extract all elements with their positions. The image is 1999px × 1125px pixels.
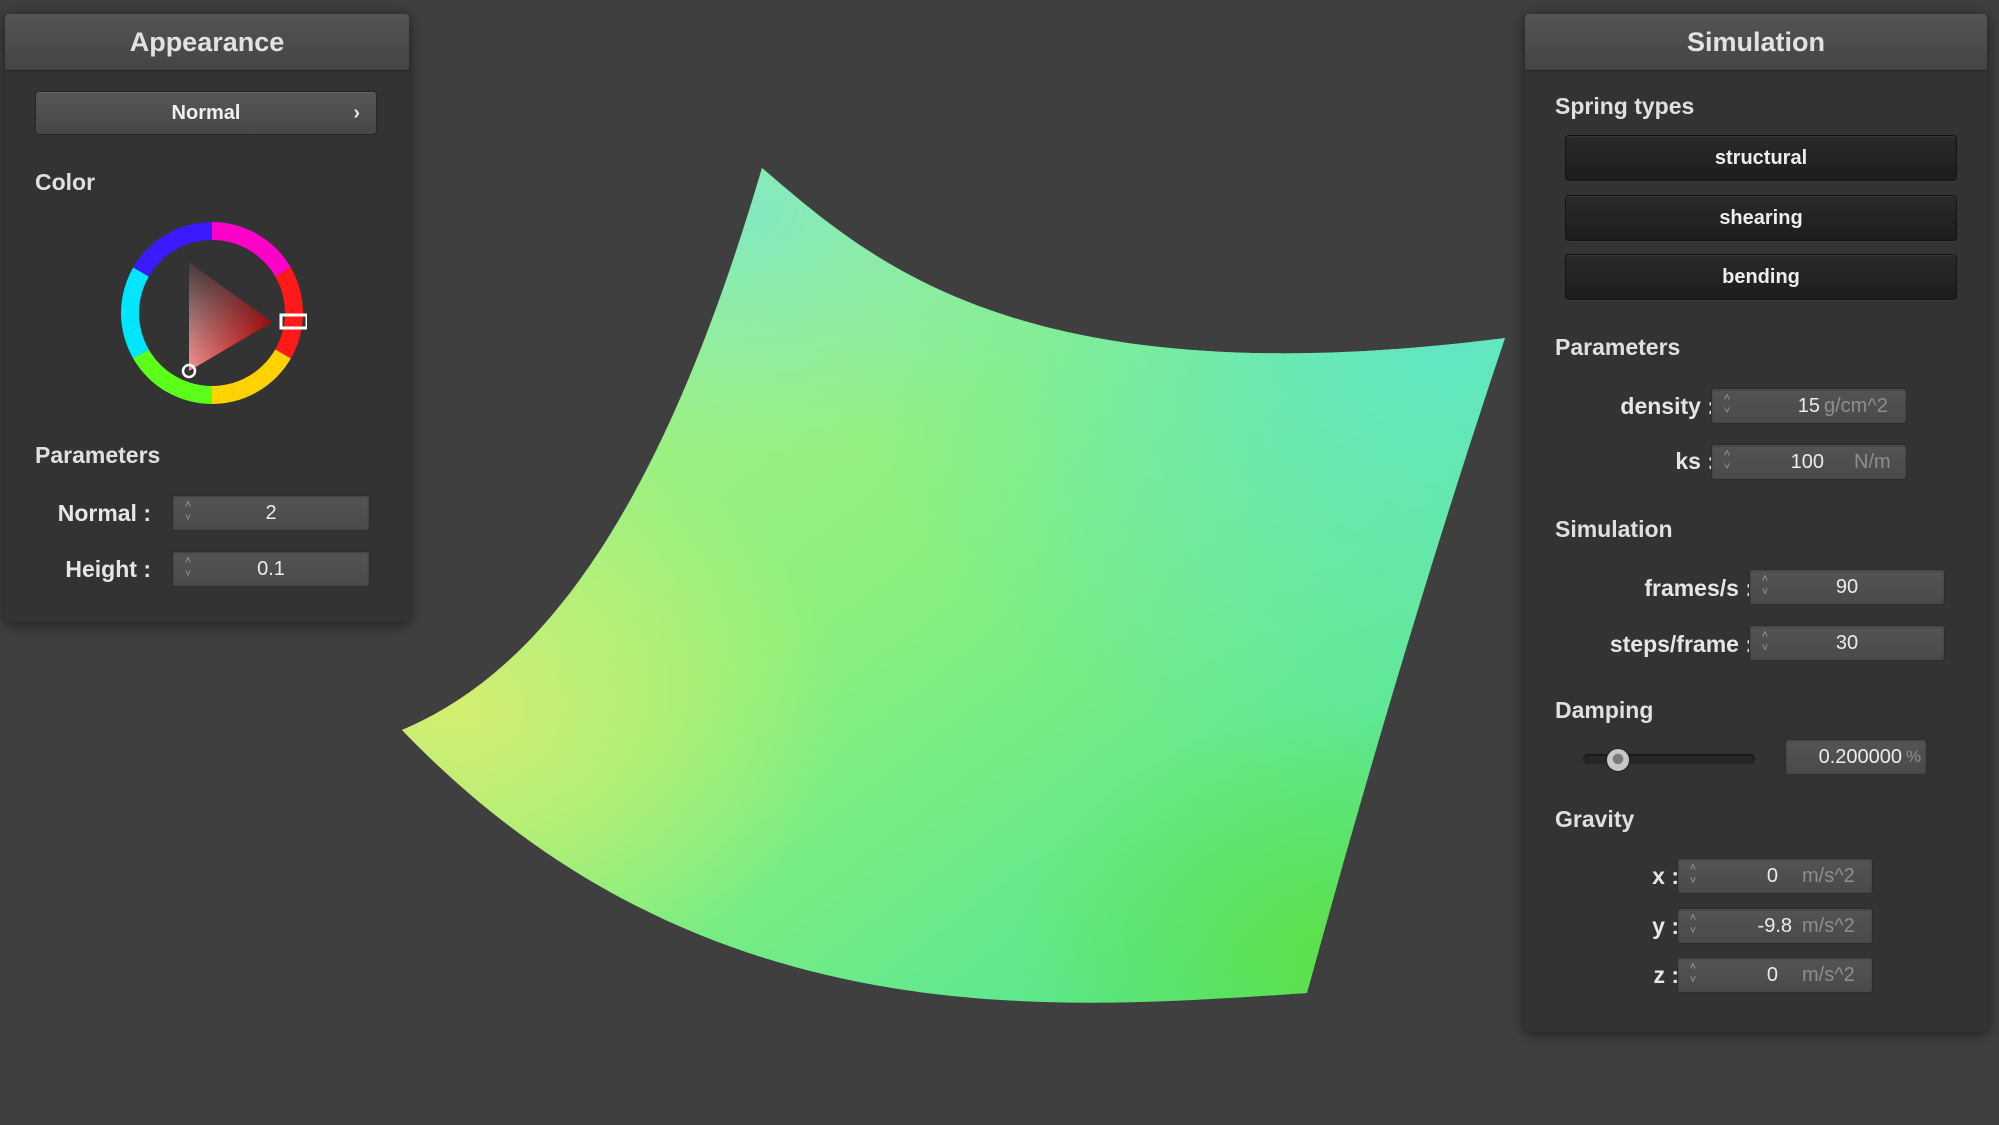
ks-label: ks : [1675,448,1715,474]
normal-value: 2 [265,502,277,524]
steps-label: steps/frame : [1609,631,1753,657]
shader-select[interactable]: Normal › [35,91,377,135]
appearance-parameters-label: Parameters [35,442,161,468]
saturation-value-triangle[interactable] [189,263,272,371]
structural-button[interactable]: structural [1565,135,1957,181]
simulation-section-label: Simulation [1555,516,1673,542]
stepper-arrows-icon[interactable]: ˄ ˅ [1758,629,1772,657]
height-label: Height : [65,556,151,582]
density-label: density : [1620,393,1715,419]
damping-label: Damping [1555,697,1654,723]
ks-unit: N/m [1854,451,1891,473]
simulation-panel-title[interactable]: Simulation [1525,14,1987,71]
stepper-arrows-icon[interactable]: ˄ ˅ [1686,961,1700,989]
density-value: 15 [1797,395,1820,417]
steps-value: 30 [1835,632,1859,654]
damping-value: 0.200000 [1818,746,1902,768]
gravity-y-stepper[interactable]: ˄ ˅ -9.8 m/s^2 [1677,908,1873,944]
stepper-arrows-icon[interactable]: ˄ ˅ [181,555,195,583]
gravity-x-value: 0 [1766,865,1778,887]
density-stepper[interactable]: ˄ ˅ 15 g/cm^2 [1711,388,1907,424]
simulation-panel: Simulation Spring types structural shear… [1525,14,1987,1032]
damping-slider[interactable] [1583,748,1755,772]
chevron-right-icon: › [353,102,360,124]
gravity-z-unit: m/s^2 [1802,964,1855,986]
normal-label: Normal : [57,500,151,526]
gravity-z-value: 0 [1766,964,1778,986]
damping-slider-handle[interactable] [1606,748,1631,772]
ks-stepper[interactable]: ˄ ˅ 100 N/m [1711,444,1907,480]
gravity-label: Gravity [1555,806,1635,832]
stepper-arrows-icon[interactable]: ˄ ˅ [1758,573,1772,601]
density-unit: g/cm^2 [1824,395,1888,417]
gravity-x-unit: m/s^2 [1802,865,1855,887]
gravity-y-label: y : [1652,913,1679,939]
simulation-parameters-label: Parameters [1555,334,1681,360]
stepper-arrows-icon[interactable]: ˄ ˅ [1720,392,1734,420]
gravity-y-unit: m/s^2 [1802,915,1855,937]
damping-unit: % [1906,747,1922,766]
frames-value: 90 [1835,576,1859,598]
height-stepper[interactable]: ˄ ˅ 0.1 [172,551,370,587]
stepper-arrows-icon[interactable]: ˄ ˅ [1686,912,1700,940]
gravity-y-value: -9.8 [1757,915,1792,937]
bending-button[interactable]: bending [1565,254,1957,300]
height-value: 0.1 [257,558,285,580]
damping-field[interactable]: 0.200000 % [1785,739,1927,775]
color-wheel[interactable] [117,218,307,408]
stepper-arrows-icon[interactable]: ˄ ˅ [1686,862,1700,890]
shader-select-label: Normal [171,102,241,124]
appearance-panel-title[interactable]: Appearance [5,14,409,71]
shearing-button[interactable]: shearing [1565,195,1957,241]
appearance-panel: Appearance Normal › Color Parameters Nor… [5,14,409,622]
gravity-z-label: z : [1653,962,1679,988]
gravity-z-stepper[interactable]: ˄ ˅ 0 m/s^2 [1677,957,1873,993]
gravity-x-stepper[interactable]: ˄ ˅ 0 m/s^2 [1677,858,1873,894]
gravity-x-label: x : [1652,863,1679,889]
frames-stepper[interactable]: ˄ ˅ 90 [1749,569,1945,605]
ks-value: 100 [1790,451,1824,473]
color-section-label: Color [35,169,96,195]
stepper-arrows-icon[interactable]: ˄ ˅ [181,499,195,527]
steps-stepper[interactable]: ˄ ˅ 30 [1749,625,1945,661]
frames-label: frames/s : [1644,575,1753,601]
spring-types-label: Spring types [1555,93,1695,119]
stepper-arrows-icon[interactable]: ˄ ˅ [1720,448,1734,476]
normal-stepper[interactable]: ˄ ˅ 2 [172,495,370,531]
